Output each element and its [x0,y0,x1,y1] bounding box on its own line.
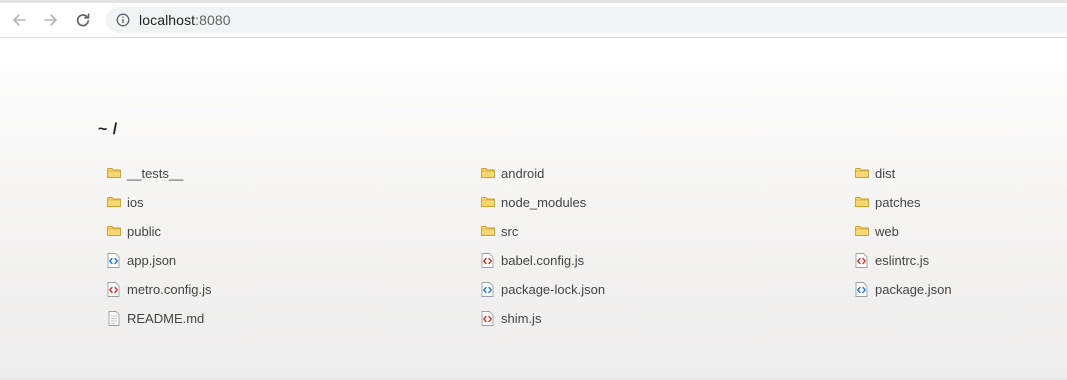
folder-icon [854,195,869,210]
folder-icon [854,166,869,181]
js-file-icon [854,252,869,268]
folder-icon [480,224,495,239]
folder-item[interactable]: src [480,221,518,241]
file-name-link[interactable]: src [501,224,518,239]
folder-item[interactable]: node_modules [480,192,586,212]
file-item[interactable]: babel.config.js [480,250,584,270]
file-name-link[interactable]: shim.js [501,311,541,326]
forward-button[interactable] [41,10,61,30]
reload-icon [76,13,90,27]
folder-item[interactable]: ios [106,192,144,212]
file-name-link[interactable]: package.json [875,282,952,297]
json-file-icon [854,281,869,297]
file-name-link[interactable]: README.md [127,311,204,326]
address-bar[interactable]: localhost:8080 [106,7,1067,33]
folder-icon [854,224,869,239]
file-name-link[interactable]: babel.config.js [501,253,584,268]
back-button[interactable] [9,10,29,30]
file-name-link[interactable]: android [501,166,544,181]
folder-item[interactable]: patches [854,192,921,212]
url-port: :8080 [195,12,231,28]
url-host: localhost [139,12,196,28]
file-name-link[interactable]: web [875,224,899,239]
file-item[interactable]: eslintrc.js [854,250,929,270]
file-name-link[interactable]: public [127,224,161,239]
folder-icon [480,166,495,181]
file-name-link[interactable]: metro.config.js [127,282,212,297]
folder-icon [106,166,121,181]
browser-toolbar: localhost:8080 [0,3,1067,38]
file-item[interactable]: README.md [106,308,204,328]
reload-button[interactable] [73,10,93,30]
file-name-link[interactable]: app.json [127,253,176,268]
page-content: ~ / __tests__ios public app.json metro.conf… [0,39,1067,380]
file-name-link[interactable]: __tests__ [127,166,183,181]
folder-item[interactable]: web [854,221,899,241]
json-file-icon [106,252,121,268]
directory-title: ~ / [98,121,118,138]
file-name-link[interactable]: ios [127,195,144,210]
info-icon[interactable] [116,13,130,27]
folder-item[interactable]: public [106,221,161,241]
folder-item[interactable]: android [480,163,544,183]
folder-item[interactable]: __tests__ [106,163,183,183]
folder-icon [106,195,121,210]
js-file-icon [480,310,495,326]
file-item[interactable]: shim.js [480,308,541,328]
file-item[interactable]: package.json [854,279,952,299]
arrow-right-icon [44,14,57,26]
url-text[interactable]: localhost:8080 [139,12,231,28]
file-name-link[interactable]: dist [875,166,895,181]
file-name-link[interactable]: eslintrc.js [875,253,929,268]
file-name-link[interactable]: package-lock.json [501,282,605,297]
folder-item[interactable]: dist [854,163,895,183]
file-item[interactable]: package-lock.json [480,279,605,299]
js-file-icon [106,281,121,297]
arrow-left-icon [13,14,26,26]
folder-icon [480,195,495,210]
text-file-icon [106,310,121,326]
file-item[interactable]: metro.config.js [106,279,212,299]
file-name-link[interactable]: patches [875,195,921,210]
folder-icon [106,224,121,239]
js-file-icon [480,252,495,268]
file-item[interactable]: app.json [106,250,176,270]
file-name-link[interactable]: node_modules [501,195,586,210]
json-file-icon [480,281,495,297]
